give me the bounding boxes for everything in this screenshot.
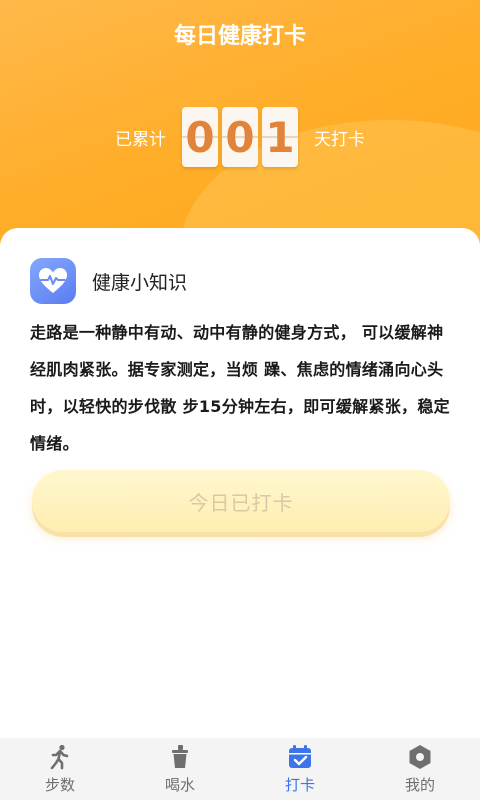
counter-digits: 0 0 1 (180, 107, 300, 167)
counter-prefix: 已累计 (115, 129, 166, 150)
tab-water[interactable]: 喝水 (120, 738, 240, 800)
tab-label: 我的 (404, 776, 435, 794)
heart-pulse-icon (30, 258, 76, 304)
tab-profile[interactable]: 我的 (360, 738, 480, 800)
counter-digit: 0 (222, 107, 258, 167)
tab-label: 步数 (44, 776, 75, 794)
checkin-button[interactable]: 今日已打卡 (32, 470, 450, 532)
calendar-check-icon (289, 745, 311, 768)
tab-label: 打卡 (284, 776, 315, 794)
counter-digit: 0 (182, 107, 218, 167)
tip-header: 健康小知识 (30, 258, 187, 304)
tab-checkin[interactable]: 打卡 (240, 738, 360, 800)
page-title: 每日健康打卡 (173, 24, 306, 49)
tip-title: 健康小知识 (92, 271, 188, 294)
counter-suffix: 天打卡 (314, 129, 365, 150)
bottom-tab-bar: 步数 喝水 打卡 我的 (0, 738, 480, 800)
cup-icon (172, 745, 188, 768)
profile-hex-icon (409, 745, 431, 769)
tab-label: 喝水 (164, 776, 195, 794)
checkin-counter: 已累计 0 0 1 天打卡 (0, 106, 480, 168)
tip-text: 走路是一种静中有动、动中有静的健身方式， 可以缓解神经肌肉紧张。据专家测定，当烦… (30, 323, 450, 453)
walk-icon (50, 744, 69, 770)
counter-digit: 1 (262, 107, 298, 167)
tab-steps[interactable]: 步数 (0, 738, 120, 800)
